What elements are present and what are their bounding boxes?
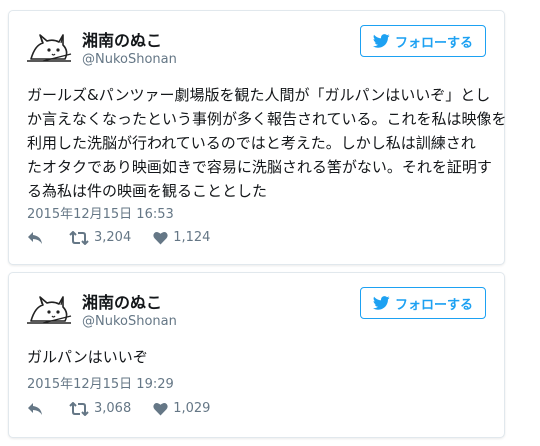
- twitter-bird-icon: [372, 34, 390, 48]
- follow-button[interactable]: フォローする: [360, 287, 486, 319]
- like-count: 1,029: [173, 401, 211, 416]
- screen-name[interactable]: @NukoShonan: [82, 52, 177, 67]
- retweet-button[interactable]: 3,068: [69, 401, 131, 416]
- tweet-text-line: 利用した洗脳が行われているのではと考えた。しかし私は訓練され: [27, 134, 476, 152]
- like-button[interactable]: 1,029: [153, 401, 210, 416]
- retweet-icon: [69, 401, 89, 416]
- tweet-text-line: ガルパンはいいぞ: [27, 348, 148, 366]
- heart-icon: [153, 231, 168, 244]
- tweet-text: ガールズ&パンツァー劇場版を観た人間が「ガルパンはいいぞ」とし か言えなくなった…: [27, 83, 507, 203]
- follow-button[interactable]: フォローする: [360, 25, 486, 57]
- twitter-bird-icon: [372, 296, 390, 310]
- avatar[interactable]: [25, 23, 73, 71]
- display-name[interactable]: 湘南のぬこ: [82, 289, 162, 313]
- reply-button[interactable]: [27, 402, 69, 416]
- tweet-timestamp[interactable]: 2015年12月15日 19:29: [27, 373, 174, 392]
- tweet-text-line: か言えなくなったという事例が多く報告されている。これを私は映像を: [27, 110, 507, 128]
- retweet-count: 3,068: [94, 401, 132, 416]
- like-button[interactable]: 1,124: [153, 230, 210, 245]
- display-name[interactable]: 湘南のぬこ: [82, 27, 162, 51]
- screen-name[interactable]: @NukoShonan: [82, 314, 177, 329]
- tweet-timestamp[interactable]: 2015年12月15日 16:53: [27, 203, 174, 222]
- heart-icon: [153, 402, 168, 415]
- reply-icon: [28, 402, 42, 415]
- avatar[interactable]: [25, 285, 73, 333]
- tweet-actions: 3,204 1,124: [27, 230, 210, 245]
- retweet-icon: [69, 230, 89, 245]
- follow-label: フォローする: [394, 297, 473, 313]
- tweet-actions: 3,068 1,029: [27, 401, 210, 416]
- tweet-text-line: たオタクであり映画如きで容易に洗脳される筈がない。それを証明す: [27, 158, 492, 176]
- reply-icon: [28, 231, 42, 244]
- retweet-button[interactable]: 3,204: [69, 230, 131, 245]
- follow-label: フォローする: [394, 35, 473, 51]
- tweet-text-line: ガールズ&パンツァー劇場版を観た人間が「ガルパンはいいぞ」とし: [27, 86, 491, 104]
- retweet-count: 3,204: [94, 230, 132, 245]
- reply-button[interactable]: [27, 231, 69, 245]
- tweet-card: 湘南のぬこ @NukoShonan フォローする ガルパンはいいぞ 2015年1…: [8, 272, 505, 438]
- tweet-text-line: る為私は件の映画を観ることとした: [27, 182, 268, 200]
- tweet-card: 湘南のぬこ @NukoShonan フォローする ガールズ&パンツァー劇場版を観…: [8, 10, 507, 265]
- tweet-text: ガルパンはいいぞ: [27, 345, 489, 369]
- like-count: 1,124: [173, 230, 211, 245]
